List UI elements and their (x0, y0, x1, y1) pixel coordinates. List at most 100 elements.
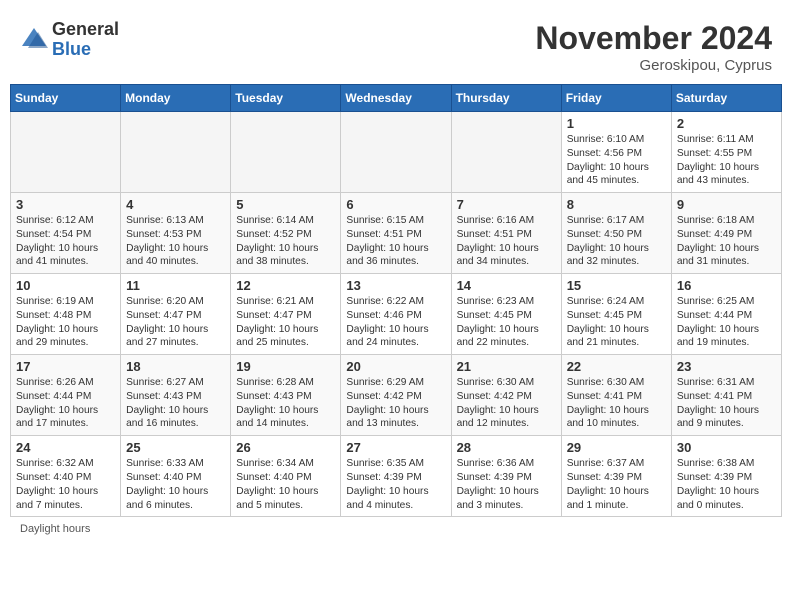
calendar-day-cell: 9 Sunrise: 6:18 AM Sunset: 4:49 PM Daylig… (671, 193, 781, 274)
weekday-header: Thursday (451, 85, 561, 112)
calendar-day-cell: 7 Sunrise: 6:16 AM Sunset: 4:51 PM Daylig… (451, 193, 561, 274)
calendar-day-cell (341, 112, 451, 193)
calendar-day-cell (231, 112, 341, 193)
calendar-day-cell: 5 Sunrise: 6:14 AM Sunset: 4:52 PM Daylig… (231, 193, 341, 274)
calendar-day-cell: 13Sunrise: 6:22 AM Sunset: 4:46 PM Dayli… (341, 274, 451, 355)
calendar-day-cell: 12 Sunrise: 6:21 AM Sunset: 4:47 PM Dayli… (231, 274, 341, 355)
calendar-day-cell: 24Sunrise: 6:32 AM Sunset: 4:40 PM Dayli… (11, 436, 121, 517)
day-info: Sunrise: 6:11 AM Sunset: 4:55 PM Dayligh… (677, 133, 776, 188)
day-number: 10 (16, 278, 115, 293)
weekday-header: Wednesday (341, 85, 451, 112)
day-info: Sunrise: 6:24 AM Sunset: 4:45 PM Dayligh… (567, 295, 666, 350)
day-info: Sunrise: 6:18 AM Sunset: 4:49 PM Dayligh… (677, 214, 776, 269)
calendar-day-cell: 18 Sunrise: 6:27 AM Sunset: 4:43 PM Dayli… (121, 355, 231, 436)
calendar-day-cell: 21Sunrise: 6:30 AM Sunset: 4:42 PM Dayli… (451, 355, 561, 436)
weekday-header: Saturday (671, 85, 781, 112)
calendar-day-cell: 14Sunrise: 6:23 AM Sunset: 4:45 PM Dayli… (451, 274, 561, 355)
day-info: Sunrise: 6:32 AM Sunset: 4:40 PM Dayligh… (16, 457, 115, 512)
day-number: 4 (126, 197, 225, 212)
day-info: Sunrise: 6:28 AM Sunset: 4:43 PM Dayligh… (236, 376, 335, 431)
day-info: Sunrise: 6:10 AM Sunset: 4:56 PM Dayligh… (567, 133, 666, 188)
title-section: November 2024 Geroskipou, Cyprus (535, 20, 772, 74)
day-number: 18 (126, 359, 225, 374)
day-number: 3 (16, 197, 115, 212)
day-number: 6 (346, 197, 445, 212)
day-info: Sunrise: 6:19 AM Sunset: 4:48 PM Dayligh… (16, 295, 115, 350)
calendar-week-row: 10 Sunrise: 6:19 AM Sunset: 4:48 PM Dayli… (11, 274, 782, 355)
daylight-label: Daylight hours (20, 523, 90, 535)
day-info: Sunrise: 6:22 AM Sunset: 4:46 PM Dayligh… (346, 295, 445, 350)
calendar-table: SundayMondayTuesdayWednesdayThursdayFrid… (10, 84, 782, 517)
calendar-day-cell: 25Sunrise: 6:33 AM Sunset: 4:40 PM Dayli… (121, 436, 231, 517)
calendar-day-cell: 2 Sunrise: 6:11 AM Sunset: 4:55 PM Daylig… (671, 112, 781, 193)
day-info: Sunrise: 6:23 AM Sunset: 4:45 PM Dayligh… (457, 295, 556, 350)
day-info: Sunrise: 6:29 AM Sunset: 4:42 PM Dayligh… (346, 376, 445, 431)
calendar-week-row: 24Sunrise: 6:32 AM Sunset: 4:40 PM Dayli… (11, 436, 782, 517)
day-info: Sunrise: 6:26 AM Sunset: 4:44 PM Dayligh… (16, 376, 115, 431)
day-number: 23 (677, 359, 776, 374)
logo-blue: Blue (52, 40, 119, 60)
calendar-day-cell: 17 Sunrise: 6:26 AM Sunset: 4:44 PM Dayli… (11, 355, 121, 436)
day-number: 8 (567, 197, 666, 212)
day-info: Sunrise: 6:38 AM Sunset: 4:39 PM Dayligh… (677, 457, 776, 512)
calendar-day-cell: 30 Sunrise: 6:38 AM Sunset: 4:39 PM Dayli… (671, 436, 781, 517)
day-number: 11 (126, 278, 225, 293)
weekday-header: Sunday (11, 85, 121, 112)
calendar-day-cell: 3 Sunrise: 6:12 AM Sunset: 4:54 PM Daylig… (11, 193, 121, 274)
day-info: Sunrise: 6:12 AM Sunset: 4:54 PM Dayligh… (16, 214, 115, 269)
calendar-day-cell (121, 112, 231, 193)
day-number: 20 (346, 359, 445, 374)
calendar-day-cell: 11Sunrise: 6:20 AM Sunset: 4:47 PM Dayli… (121, 274, 231, 355)
logo-icon (20, 26, 48, 54)
day-number: 29 (567, 440, 666, 455)
day-number: 12 (236, 278, 335, 293)
day-number: 5 (236, 197, 335, 212)
calendar-day-cell: 1 Sunrise: 6:10 AM Sunset: 4:56 PM Daylig… (561, 112, 671, 193)
calendar-day-cell: 26 Sunrise: 6:34 AM Sunset: 4:40 PM Dayli… (231, 436, 341, 517)
day-number: 9 (677, 197, 776, 212)
calendar-day-cell: 22 Sunrise: 6:30 AM Sunset: 4:41 PM Dayli… (561, 355, 671, 436)
day-number: 2 (677, 116, 776, 131)
day-number: 21 (457, 359, 556, 374)
calendar-day-cell: 20 Sunrise: 6:29 AM Sunset: 4:42 PM Dayli… (341, 355, 451, 436)
day-info: Sunrise: 6:16 AM Sunset: 4:51 PM Dayligh… (457, 214, 556, 269)
day-number: 15 (567, 278, 666, 293)
calendar-day-cell: 10 Sunrise: 6:19 AM Sunset: 4:48 PM Dayli… (11, 274, 121, 355)
calendar-week-row: 3 Sunrise: 6:12 AM Sunset: 4:54 PM Daylig… (11, 193, 782, 274)
calendar-day-cell: 23 Sunrise: 6:31 AM Sunset: 4:41 PM Dayli… (671, 355, 781, 436)
day-number: 30 (677, 440, 776, 455)
calendar-day-cell: 27Sunrise: 6:35 AM Sunset: 4:39 PM Dayli… (341, 436, 451, 517)
day-info: Sunrise: 6:27 AM Sunset: 4:43 PM Dayligh… (126, 376, 225, 431)
day-info: Sunrise: 6:31 AM Sunset: 4:41 PM Dayligh… (677, 376, 776, 431)
day-number: 16 (677, 278, 776, 293)
calendar-day-cell: 19Sunrise: 6:28 AM Sunset: 4:43 PM Dayli… (231, 355, 341, 436)
day-info: Sunrise: 6:14 AM Sunset: 4:52 PM Dayligh… (236, 214, 335, 269)
page-header: General Blue November 2024 Geroskipou, C… (10, 10, 782, 79)
weekday-header: Monday (121, 85, 231, 112)
logo-text: General Blue (52, 20, 119, 60)
day-info: Sunrise: 6:30 AM Sunset: 4:41 PM Dayligh… (567, 376, 666, 431)
location-subtitle: Geroskipou, Cyprus (535, 57, 772, 74)
day-info: Sunrise: 6:13 AM Sunset: 4:53 PM Dayligh… (126, 214, 225, 269)
day-info: Sunrise: 6:21 AM Sunset: 4:47 PM Dayligh… (236, 295, 335, 350)
day-info: Sunrise: 6:36 AM Sunset: 4:39 PM Dayligh… (457, 457, 556, 512)
weekday-header: Friday (561, 85, 671, 112)
day-info: Sunrise: 6:34 AM Sunset: 4:40 PM Dayligh… (236, 457, 335, 512)
calendar-footer: Daylight hours (10, 523, 782, 535)
calendar-day-cell: 29 Sunrise: 6:37 AM Sunset: 4:39 PM Dayli… (561, 436, 671, 517)
calendar-day-cell: 16Sunrise: 6:25 AM Sunset: 4:44 PM Dayli… (671, 274, 781, 355)
day-number: 22 (567, 359, 666, 374)
day-info: Sunrise: 6:15 AM Sunset: 4:51 PM Dayligh… (346, 214, 445, 269)
day-number: 28 (457, 440, 556, 455)
month-year-title: November 2024 (535, 20, 772, 57)
day-number: 7 (457, 197, 556, 212)
day-info: Sunrise: 6:17 AM Sunset: 4:50 PM Dayligh… (567, 214, 666, 269)
day-number: 26 (236, 440, 335, 455)
calendar-day-cell: 28 Sunrise: 6:36 AM Sunset: 4:39 PM Dayli… (451, 436, 561, 517)
day-info: Sunrise: 6:37 AM Sunset: 4:39 PM Dayligh… (567, 457, 666, 512)
day-number: 1 (567, 116, 666, 131)
day-number: 17 (16, 359, 115, 374)
logo-general: General (52, 20, 119, 40)
calendar-header-row: SundayMondayTuesdayWednesdayThursdayFrid… (11, 85, 782, 112)
calendar-day-cell: 6 Sunrise: 6:15 AM Sunset: 4:51 PM Daylig… (341, 193, 451, 274)
